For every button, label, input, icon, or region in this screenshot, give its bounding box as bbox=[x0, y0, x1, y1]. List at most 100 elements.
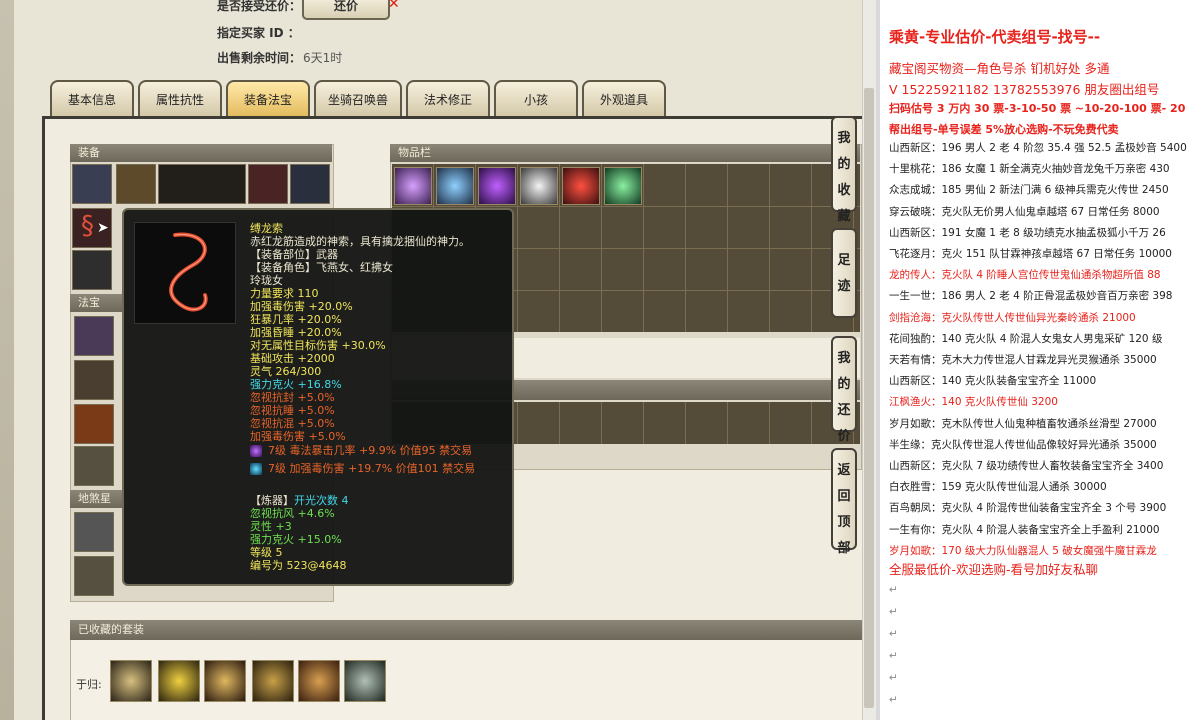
game-panel: 是否接受还价： 还价 ✕ 指定买家 ID ： 出售剩余时间： 6天1时 基本信息… bbox=[0, 0, 862, 720]
doc-panel-edge bbox=[876, 0, 880, 720]
gem-icon bbox=[250, 445, 262, 457]
tab-equipment[interactable]: 装备法宝 bbox=[226, 80, 310, 120]
side-button-my-offers[interactable]: 我的还价 bbox=[831, 336, 857, 444]
set-item-5[interactable] bbox=[298, 660, 340, 702]
doc-entry: 众志成城：185 男仙 2 新法门满 6 级神兵需克火传世 2450 bbox=[889, 184, 1169, 197]
tooltip-stat: 加强昏睡 +20.0% bbox=[250, 326, 342, 339]
paragraph-mark: ↵ bbox=[889, 694, 898, 706]
doc-entry: 一生有你：克火队 4 阶混人装备宝宝齐全上手盈利 21000 bbox=[889, 523, 1160, 536]
inventory-item-1[interactable] bbox=[394, 167, 432, 205]
inventory-item-4[interactable] bbox=[520, 167, 558, 205]
fabao-slot-4[interactable] bbox=[74, 446, 114, 486]
item-tooltip: 缚龙索 赤红龙筋造成的神索，具有擒龙捆仙的神力。 【装备部位】武器 【装备角色】… bbox=[122, 208, 514, 586]
doc-entry: 飞花逐月：克火 151 队甘霖神孩卓越塔 67 日常任务 10000 bbox=[889, 248, 1172, 260]
tooltip-stat-ignore: 忽视抗混 +5.0% bbox=[250, 417, 335, 430]
dizhi-slot-2[interactable] bbox=[74, 556, 114, 596]
set-item-1[interactable] bbox=[110, 660, 152, 702]
doc-line-bank: 藏宝阁买物资—角色号杀 钔机好处 多通 bbox=[889, 61, 1110, 76]
mouse-cursor-icon: ➤ bbox=[97, 220, 109, 236]
tooltip-refine-line: 忽视抗风 +4.6% bbox=[250, 507, 335, 520]
tooltip-item-name: 缚龙索 bbox=[250, 222, 283, 235]
tab-label: 法术修正 bbox=[423, 93, 472, 107]
side-button-label: 我的收藏 bbox=[837, 131, 851, 224]
doc-entry: 十里桃花：186 女魔 1 新全满克火抽妙音龙兔千万亲密 430 bbox=[889, 163, 1170, 176]
tab-appearance[interactable]: 外观道具 bbox=[582, 80, 666, 120]
equip-slot-mask[interactable] bbox=[248, 164, 288, 204]
tab-basic-info[interactable]: 基本信息 bbox=[50, 80, 134, 120]
reply-offer-label: 还价 bbox=[333, 0, 358, 13]
paragraph-mark: ↵ bbox=[889, 650, 898, 662]
rope-weapon-icon: § bbox=[81, 211, 94, 241]
fabao-slot-1[interactable] bbox=[74, 316, 114, 356]
tab-label: 坐骑召唤兽 bbox=[327, 93, 388, 107]
dizhi-slot-1[interactable] bbox=[74, 512, 114, 552]
side-button-back-to-top[interactable]: 返回顶部 bbox=[831, 448, 857, 556]
doc-entry: 岁月如歌：克木队传世人仙鬼种植畜牧通杀丝滑型 27000 bbox=[889, 417, 1157, 430]
fabao-slot-2[interactable] bbox=[74, 360, 114, 400]
reply-offer-button[interactable]: 还价 bbox=[302, 0, 390, 20]
grid-line bbox=[392, 206, 860, 207]
side-button-label: 我的还价 bbox=[837, 351, 851, 444]
tab-attributes[interactable]: 属性抗性 bbox=[138, 80, 222, 120]
tooltip-refine-value: 开光次数 4 bbox=[294, 494, 349, 507]
doc-panel: 乘黄-专业估价-代卖组号-找号-- 藏宝阁买物资—角色号杀 钔机好处 多通 V … bbox=[876, 0, 1188, 720]
side-button-favorites[interactable]: 我的收藏 bbox=[831, 116, 857, 224]
tooltip-roles-2: 玲珑女 bbox=[250, 274, 283, 287]
set-item-2[interactable] bbox=[158, 660, 200, 702]
equip-slot-necklace[interactable] bbox=[290, 164, 330, 204]
tooltip-stat-special: 强力克火 +16.8% bbox=[250, 378, 342, 391]
tab-label: 小孩 bbox=[523, 93, 548, 107]
side-button-label: 返回顶部 bbox=[837, 463, 851, 556]
paragraph-mark: ↵ bbox=[889, 672, 898, 684]
tooltip-stat: 基础攻击 +2000 bbox=[250, 352, 335, 365]
doc-entry: 山西新区：191 女魔 1 老 8 级功绩克水抽孟极狐小千万 26 bbox=[889, 226, 1166, 239]
set-item-4[interactable] bbox=[252, 660, 294, 702]
tab-children[interactable]: 小孩 bbox=[494, 80, 578, 120]
equip-slot-helmet[interactable] bbox=[72, 164, 112, 204]
set-item-3[interactable] bbox=[204, 660, 246, 702]
paragraph-mark: ↵ bbox=[889, 584, 898, 596]
doc-entry: 江枫渔火：140 克火队传世仙 3200 bbox=[889, 396, 1058, 409]
tooltip-stat-ignore: 加强毒伤害 +5.0% bbox=[250, 430, 346, 443]
side-button-label: 足迹 bbox=[837, 253, 851, 294]
tab-spell-mods[interactable]: 法术修正 bbox=[406, 80, 490, 120]
doc-entry: 山西新区：140 克火队装备宝宝齐全 11000 bbox=[889, 375, 1097, 388]
tab-label: 属性抗性 bbox=[155, 93, 204, 107]
set-item-6[interactable] bbox=[344, 660, 386, 702]
remaining-time-label: 出售剩余时间： bbox=[217, 51, 302, 65]
tooltip-level: 等级 5 bbox=[250, 546, 283, 559]
doc-line-price: 扫码估号 3 万内 30 票-3-10-50 票 ~10-20-100 票- 2… bbox=[889, 102, 1188, 115]
tab-label: 外观道具 bbox=[599, 93, 648, 107]
inventory-item-5[interactable] bbox=[562, 167, 600, 205]
doc-entry: 花间独酌：140 克火队 4 阶混人女鬼女人男鬼采矿 120 级 bbox=[889, 332, 1163, 345]
buyer-id-label: 指定买家 ID ： bbox=[217, 26, 300, 40]
equipment-header: 装备 bbox=[70, 144, 332, 162]
paragraph-mark: ↵ bbox=[889, 628, 898, 640]
doc-entry: 白衣胜雪：159 克火队传世仙混人通杀 30000 bbox=[889, 481, 1107, 494]
tab-mounts-pets[interactable]: 坐骑召唤兽 bbox=[314, 80, 402, 120]
inventory-item-3[interactable] bbox=[478, 167, 516, 205]
tooltip-refine-line: 强力克火 +15.0% bbox=[250, 533, 342, 546]
tooltip-stat-ignore: 忽视抗睡 +5.0% bbox=[250, 404, 335, 417]
tooltip-serial: 编号为 523@4648 bbox=[250, 559, 347, 572]
tooltip-gem-1: 7级 毒法暴击几率 +9.9% 价值95 禁交易 bbox=[268, 444, 473, 457]
accept-offer-label: 是否接受还价： bbox=[217, 0, 302, 13]
tooltip-desc: 赤红龙筋造成的神索，具有擒龙捆仙的神力。 bbox=[250, 235, 470, 248]
tooltip-refine-head: 【炼器】 bbox=[250, 494, 294, 507]
page-scrollbar-thumb[interactable] bbox=[864, 88, 874, 708]
fabao-header: 法宝 bbox=[70, 294, 124, 312]
doc-entry: 岁月如歌：170 级大力队仙器混人 5 破女魔强牛魔甘霖龙 bbox=[889, 544, 1157, 557]
tooltip-gem-2: 7级 加强毒伤害 +19.7% 价值101 禁交易 bbox=[268, 462, 476, 475]
inventory-item-6[interactable] bbox=[604, 167, 642, 205]
equip-slot-shoes[interactable] bbox=[72, 250, 112, 290]
doc-entry: 山西新区：克火队 7 级功绩传世人畜牧装备宝宝齐全 3400 bbox=[889, 460, 1164, 472]
tooltip-stat: 加强毒伤害 +20.0% bbox=[250, 300, 353, 313]
fabao-slot-3[interactable] bbox=[74, 404, 114, 444]
yugui-label: 于归: bbox=[76, 678, 102, 691]
tooltip-stat: 灵气 264/300 bbox=[250, 365, 322, 378]
collected-sets-header: 已收藏的套装 bbox=[70, 620, 862, 640]
equip-slot-armor[interactable] bbox=[116, 164, 156, 204]
side-button-footprint[interactable]: 足迹 bbox=[831, 228, 857, 318]
inventory-item-2[interactable] bbox=[436, 167, 474, 205]
tooltip-stat: 力量要求 110 bbox=[250, 287, 319, 300]
